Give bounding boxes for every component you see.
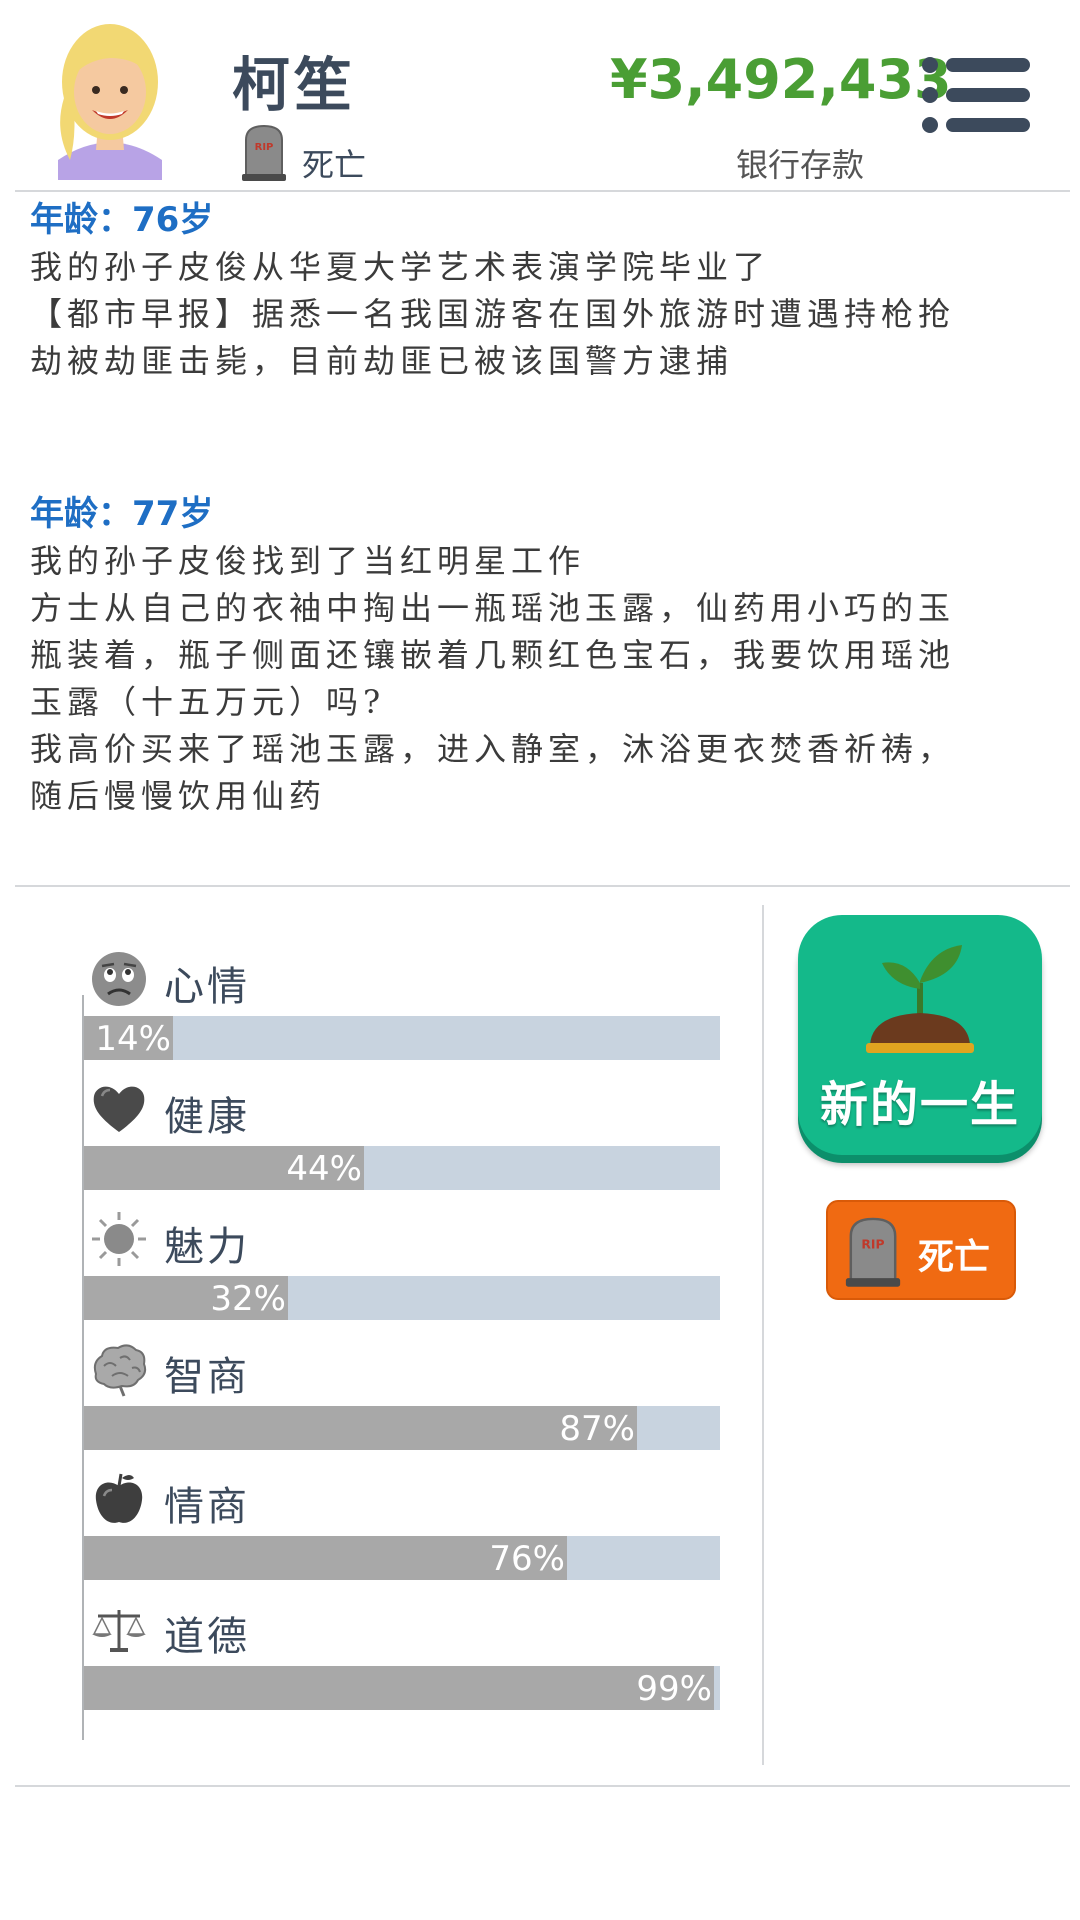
- log-line: 瓶装着，瓶子侧面还镶嵌着几颗红色宝石，我要饮用瑶池: [30, 636, 956, 674]
- stat-morality: 道德 99%: [84, 1600, 720, 1730]
- stat-value: 14%: [95, 1019, 171, 1059]
- svg-text:RIP: RIP: [255, 142, 274, 153]
- stat-bar: 99%: [84, 1666, 720, 1710]
- bank-balance-label: 银行存款: [736, 146, 865, 184]
- stat-bar: 44%: [84, 1146, 720, 1190]
- log-entry: 年龄：77岁 我的孙子皮俊找到了当红明星工作 方士从自己的衣袖中掏出一瓶瑶池玉露…: [30, 490, 1050, 820]
- sad-face-icon: [92, 952, 146, 1006]
- stat-bar: 32%: [84, 1276, 720, 1320]
- status-text: 死亡: [302, 146, 367, 184]
- stats-divider: [762, 905, 764, 1765]
- log-age: 年龄：77岁: [30, 494, 214, 534]
- stat-bar: 14%: [84, 1016, 720, 1060]
- new-life-label: 新的一生: [819, 1077, 1020, 1133]
- svg-text:RIP: RIP: [861, 1238, 884, 1252]
- stat-value: 44%: [286, 1149, 362, 1189]
- tombstone-icon: RIP: [845, 1217, 901, 1287]
- stat-mood: 心情 14%: [84, 950, 720, 1080]
- sprout-icon: [866, 945, 974, 1053]
- stat-value: 99%: [636, 1669, 712, 1709]
- stat-value: 87%: [559, 1409, 635, 1449]
- log-age: 年龄：76岁: [30, 200, 214, 240]
- stat-label: 道德: [164, 1614, 250, 1660]
- stat-bar-fill: [84, 1406, 637, 1450]
- header: 柯笙 RIP 死亡 ¥3,492,433 银行存款: [0, 0, 1080, 190]
- log-line: 随后慢慢饮用仙药: [30, 777, 327, 815]
- stat-iq: 智商 87%: [84, 1340, 720, 1470]
- log-line: 玉露（十五万元）吗?: [30, 683, 386, 721]
- stat-label: 智商: [164, 1354, 250, 1400]
- stat-label: 魅力: [164, 1224, 250, 1270]
- log-divider: [15, 885, 1070, 887]
- apple-icon: [95, 1473, 143, 1523]
- brain-icon: [93, 1344, 147, 1397]
- log-line: 我的孙子皮俊找到了当红明星工作: [30, 542, 586, 580]
- character-name: 柯笙: [232, 51, 357, 119]
- stat-eq: 情商 76%: [84, 1470, 720, 1600]
- death-button[interactable]: RIP 死亡: [826, 1200, 1016, 1300]
- stat-health: 健康 44%: [84, 1080, 720, 1210]
- header-divider: [15, 190, 1070, 192]
- sun-icon: [92, 1212, 146, 1266]
- scales-icon: [92, 1610, 146, 1652]
- log-line: 劫被劫匪击毙，目前劫匪已被该国警方逮捕: [30, 342, 734, 380]
- avatar: [58, 24, 162, 180]
- menu-icon[interactable]: [920, 55, 1032, 135]
- log-line: 我高价买来了瑶池玉露，进入静室，沐浴更衣焚香祈祷，: [30, 730, 956, 768]
- stat-bar: 87%: [84, 1406, 720, 1450]
- log-line: 我的孙子皮俊从华夏大学艺术表演学院毕业了: [30, 248, 771, 286]
- stat-bar-fill: [84, 1666, 714, 1710]
- heart-icon: [93, 1086, 145, 1132]
- stat-value: 76%: [489, 1539, 565, 1579]
- new-life-button[interactable]: 新的一生: [798, 915, 1042, 1155]
- death-label: 死亡: [918, 1237, 991, 1278]
- stat-bar: 76%: [84, 1536, 720, 1580]
- stat-label: 情商: [164, 1484, 250, 1530]
- stat-label: 健康: [164, 1094, 250, 1140]
- stat-value: 32%: [210, 1279, 286, 1319]
- stat-label: 心情: [164, 964, 250, 1010]
- stat-charm: 魅力 32%: [84, 1210, 720, 1340]
- bottom-divider: [15, 1785, 1070, 1787]
- bank-balance: ¥3,492,433: [610, 48, 952, 111]
- log-line: 方士从自己的衣袖中掏出一瓶瑶池玉露，仙药用小巧的玉: [30, 589, 956, 627]
- tombstone-icon: RIP: [242, 124, 286, 181]
- log-entry: 年龄：76岁 我的孙子皮俊从华夏大学艺术表演学院毕业了 【都市早报】据悉一名我国…: [30, 196, 1050, 385]
- log-line: 【都市早报】据悉一名我国游客在国外旅游时遭遇持枪抢: [30, 295, 956, 333]
